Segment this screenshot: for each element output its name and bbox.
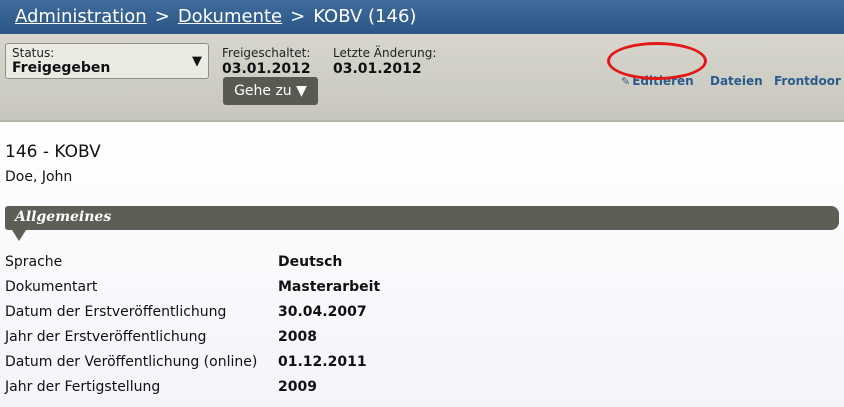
breadcrumb: Administration > Dokumente > KOBV (146) <box>15 0 416 34</box>
status-value: Freigegeben <box>12 60 111 76</box>
section-header-allgemeines[interactable]: Allgemeines <box>5 206 839 230</box>
document-author: Doe, John <box>5 169 73 185</box>
document-title: 146 - KOBV <box>5 142 101 162</box>
last-modified-info: Letzte Änderung: 03.01.2012 <box>333 46 436 77</box>
edit-link[interactable]: ✎ Editieren <box>621 74 694 88</box>
breadcrumb-separator: > <box>154 6 170 27</box>
frontdoor-link[interactable]: Frontdoor <box>774 74 841 88</box>
goto-label: Gehe zu <box>234 83 292 99</box>
dropdown-arrow-icon: ▼ <box>192 54 202 69</box>
property-value: 01.12.2011 <box>278 354 367 370</box>
status-label: Status: <box>12 46 55 60</box>
property-value: 30.04.2007 <box>278 304 367 320</box>
section-title: Allgemeines <box>15 209 112 225</box>
section-pointer-icon <box>12 230 26 241</box>
title-bar: Administration > Dokumente > KOBV (146) <box>0 0 844 34</box>
published-label: Freigeschaltet: <box>222 46 311 60</box>
document-toolbar: Status: Freigegeben ▼ Freigeschaltet: 03… <box>0 34 844 122</box>
breadcrumb-separator: > <box>290 6 306 27</box>
property-key: Datum der Veröffentlichung (online) <box>5 354 258 370</box>
files-link[interactable]: Dateien <box>710 74 763 88</box>
published-date: 03.01.2012 <box>222 61 311 77</box>
property-value: Masterarbeit <box>278 279 381 295</box>
breadcrumb-current: KOBV (146) <box>313 6 417 27</box>
property-key: Datum der Erstveröffentlichung <box>5 304 227 320</box>
dropdown-arrow-icon: ▼ <box>296 83 307 99</box>
last-modified-date: 03.01.2012 <box>333 61 422 77</box>
status-select[interactable]: Status: Freigegeben ▼ <box>5 43 209 79</box>
breadcrumb-dokumente-link[interactable]: Dokumente <box>178 6 282 27</box>
document-content: 146 - KOBV Doe, John Allgemeines Sprache… <box>0 122 844 407</box>
property-key: Jahr der Fertigstellung <box>5 379 161 395</box>
property-value: Deutsch <box>278 254 343 270</box>
published-info: Freigeschaltet: 03.01.2012 <box>222 46 311 77</box>
pencil-icon: ✎ <box>621 75 631 88</box>
breadcrumb-administration-link[interactable]: Administration <box>15 6 147 27</box>
goto-button[interactable]: Gehe zu ▼ <box>223 77 318 105</box>
edit-label: Editieren <box>632 74 694 88</box>
property-key: Sprache <box>5 254 63 270</box>
property-key: Dokumentart <box>5 279 98 295</box>
last-modified-label: Letzte Änderung: <box>333 46 437 60</box>
property-key: Jahr der Erstveröffentlichung <box>5 329 207 345</box>
property-value: 2009 <box>278 379 317 395</box>
property-value: 2008 <box>278 329 317 345</box>
